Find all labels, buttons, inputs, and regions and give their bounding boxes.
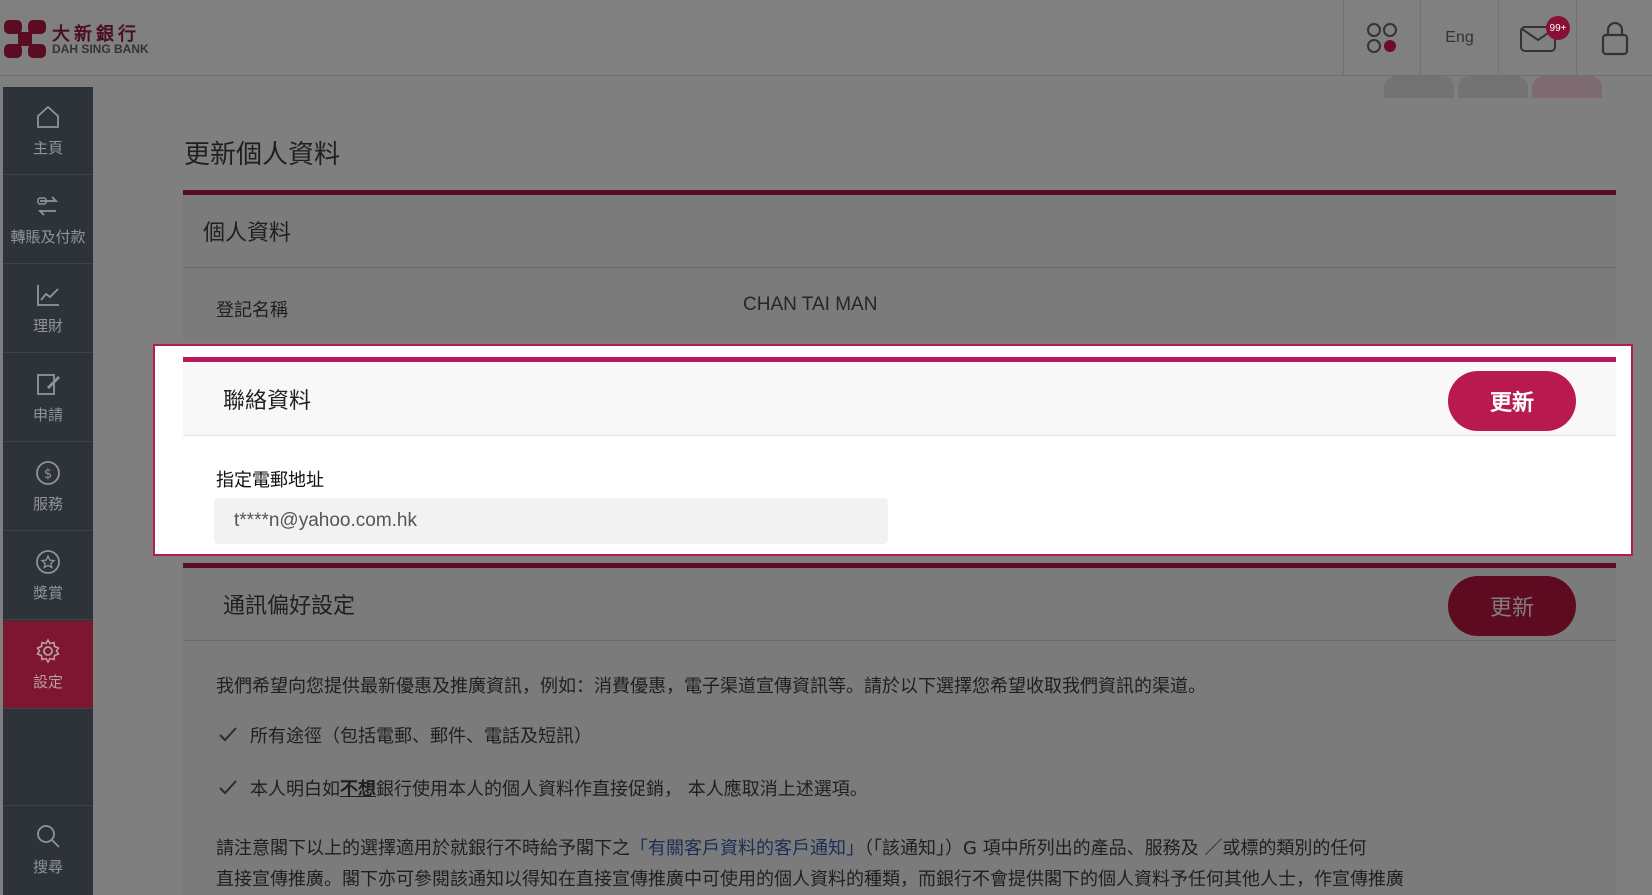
sidebar-item-label: 申請	[32, 406, 63, 424]
sidebar-item-label: 理財	[32, 317, 63, 335]
communication-header: 通訊偏好設定	[183, 568, 1616, 641]
sidebar-item-services[interactable]: $ 服務	[3, 443, 93, 531]
email-field: t****n@yahoo.com.hk	[214, 498, 888, 544]
sidebar: 主頁 轉賬及付款 理財 申請 $ 服務 獎賞 設定 搜尋	[3, 87, 93, 895]
notice-paragraph-line1: 請注意閣下以上的選擇適用於就銀行不時給予閣下之「有關客戶資料的客戶通知」（「該通…	[216, 834, 1366, 860]
registered-name-label: 登記名稱	[216, 300, 288, 321]
sidebar-item-search[interactable]: 搜尋	[3, 805, 93, 893]
customer-notice-link[interactable]: 「有關客戶資料的客戶通知」	[630, 838, 864, 859]
top-bar: 大新銀行 DAH SING BANK Eng 99+	[0, 0, 1652, 76]
gear-icon	[36, 638, 60, 664]
sidebar-item-home[interactable]: 主頁	[3, 87, 93, 175]
apps-grid-icon	[1367, 23, 1397, 53]
checkmark-icon	[219, 727, 237, 742]
apps-button[interactable]	[1343, 0, 1420, 76]
language-toggle[interactable]: Eng	[1420, 0, 1498, 76]
tab-decoration	[1532, 76, 1602, 98]
option-all-label: 所有途徑（包括電郵、郵件、電話及短訊）	[250, 726, 592, 747]
personal-info-header: 個人資料	[183, 195, 1616, 268]
communication-intro: 我們希望向您提供最新優惠及推廣資訊，例如：消費優惠，電子渠道宣傳資訊等。請於以下…	[216, 676, 1206, 697]
chart-icon	[37, 285, 59, 306]
search-icon	[37, 825, 60, 848]
sidebar-item-label: 轉賬及付款	[10, 228, 86, 246]
page-title: 更新個人資料	[184, 140, 341, 170]
tab-decoration	[1384, 76, 1454, 98]
notice-text-pre: 請注意閣下以上的選擇適用於就銀行不時給予閣下之	[216, 838, 630, 859]
sidebar-item-label: 搜尋	[32, 858, 63, 876]
option-all-channels[interactable]: 所有途徑（包括電郵、郵件、電話及短訊）	[216, 722, 592, 748]
svg-text:$: $	[44, 467, 52, 482]
option-optout-label-post: 銀行使用本人的個人資料作直接促銷， 本人應取消上述選項。	[376, 779, 868, 800]
contact-update-button[interactable]: 更新	[1448, 371, 1576, 431]
notice-text-post: （「該通知」）G 項中所列出的產品、服務及 ／或標的類別的任何	[864, 838, 1367, 859]
mailbox-button[interactable]: 99+	[1498, 0, 1576, 76]
star-icon	[36, 550, 60, 574]
sidebar-item-label: 主頁	[32, 139, 63, 157]
lock-icon	[1601, 21, 1628, 56]
notice-paragraph-line2: 直接宣傳推廣。閣下亦可參閱該通知以得知在直接宣傳推廣中可使用的個人資料的種類，而…	[216, 869, 1404, 890]
transfer-icon	[37, 196, 59, 216]
bank-logo[interactable]: 大新銀行 DAH SING BANK	[4, 18, 164, 62]
registered-name-value: CHAN TAI MAN	[743, 294, 878, 315]
sidebar-item-settings[interactable]: 設定	[3, 621, 93, 709]
sidebar-item-wealth[interactable]: 理財	[3, 265, 93, 353]
option-optout-label-emph: 不想	[340, 779, 376, 800]
edit-icon	[37, 374, 60, 395]
sidebar-item-label: 設定	[32, 673, 63, 691]
contact-info-header: 聯絡資料	[183, 362, 1616, 436]
tab-decoration	[1458, 76, 1528, 98]
option-optout-label-pre: 本人明白如	[250, 779, 340, 800]
sidebar-item-label: 服務	[32, 495, 63, 513]
home-icon	[37, 105, 59, 128]
option-optout-acknowledge[interactable]: 本人明白如 不想 銀行使用本人的個人資料作直接促銷， 本人應取消上述選項。	[216, 775, 868, 801]
dollar-icon: $	[36, 461, 60, 485]
sidebar-item-apply[interactable]: 申請	[3, 354, 93, 442]
communication-update-button[interactable]: 更新	[1448, 576, 1576, 636]
sidebar-item-label: 獎賞	[32, 584, 63, 602]
logo-text-en: DAH SING BANK	[52, 42, 149, 56]
mail-badge: 99+	[1546, 16, 1570, 40]
sidebar-item-transfer[interactable]: 轉賬及付款	[3, 176, 93, 264]
email-label: 指定電郵地址	[216, 470, 324, 491]
personal-info-card: 個人資料	[183, 190, 1616, 340]
checkmark-icon	[219, 780, 237, 795]
sidebar-item-rewards[interactable]: 獎賞	[3, 532, 93, 620]
logout-button[interactable]	[1576, 0, 1652, 76]
logo-mark-icon	[4, 20, 46, 58]
